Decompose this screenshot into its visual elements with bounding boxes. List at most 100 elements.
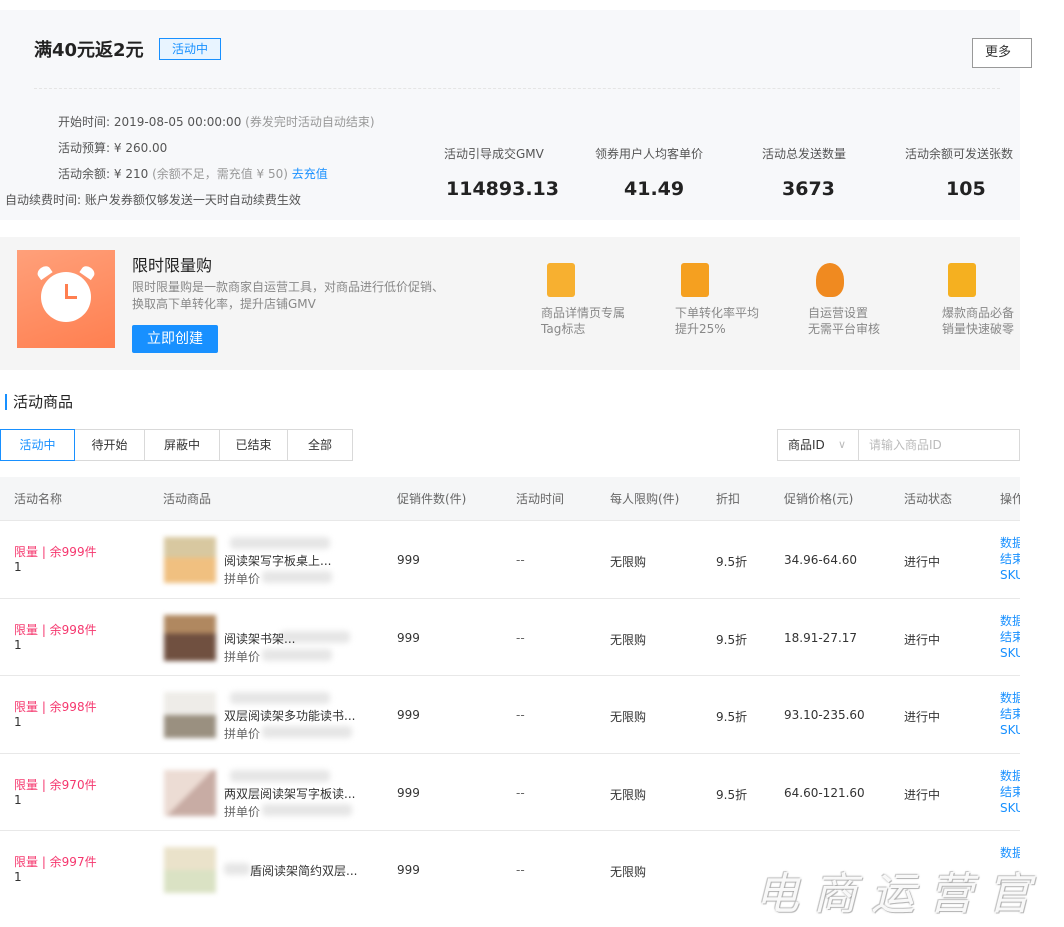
limit-per-user: 无限购 — [610, 710, 647, 724]
discount: 9.5折 — [716, 787, 748, 802]
product-title[interactable]: 两双层阅读架写字板读... — [224, 785, 355, 802]
activity-name[interactable]: 限量 | 余998件 — [14, 698, 97, 715]
feature-tag-line2: Tag标志 — [541, 322, 586, 336]
activity-status: 进行中 — [904, 787, 941, 802]
activity-time: -- — [516, 863, 525, 877]
product-thumbnail — [164, 847, 216, 893]
divider — [34, 88, 1000, 89]
promo-price: 64.60-121.60 — [784, 785, 865, 800]
activity-name[interactable]: 限量 | 余998件 — [14, 621, 97, 638]
sku-link[interactable]: SKU — [1000, 800, 1020, 816]
feature-tag-line1: 商品详情页专属 — [541, 306, 626, 320]
balance-value: ¥ 210 — [113, 167, 149, 181]
product-thumbnail — [164, 614, 216, 661]
promo-card: 限时限量购 限时限量购是一款商家自运营工具，对商品进行低价促销、换取高下单转化率… — [0, 237, 1020, 370]
balance-label: 活动余额: — [58, 167, 111, 181]
product-thumbnail — [164, 769, 216, 816]
product-title[interactable]: 阅读架书架... — [224, 630, 295, 647]
activity-status: 进行中 — [904, 710, 941, 724]
tab-active[interactable]: 活动中 — [0, 429, 75, 461]
tab-ended[interactable]: 已结束 — [220, 430, 288, 460]
end-link[interactable]: 结束 — [1000, 706, 1020, 722]
blurred-text — [262, 803, 352, 816]
activity-sub: 1 — [14, 637, 22, 652]
stat-avg-price-label: 领券用户人均客单价 — [595, 147, 704, 161]
row-actions: 数据 结束 SKU — [1000, 690, 1020, 738]
activity-status: 进行中 — [904, 555, 941, 569]
stat-sent-count-label: 活动总发送数量 — [762, 147, 847, 161]
row-actions: 数据 结束 SKU — [1000, 613, 1020, 661]
section-title: 活动商品 — [13, 393, 74, 411]
tab-blocked[interactable]: 屏蔽中 — [145, 430, 220, 460]
activity-time: -- — [516, 708, 525, 722]
promo-qty: 999 — [397, 630, 420, 645]
data-link[interactable]: 数据 — [1000, 768, 1020, 784]
product-title[interactable]: 双层阅读架多功能读书... — [224, 707, 355, 724]
tab-pending[interactable]: 待开始 — [75, 430, 145, 460]
end-link[interactable]: 结束 — [1000, 784, 1020, 800]
recharge-link[interactable]: 去充值 — [292, 167, 328, 181]
end-link[interactable]: 结束 — [1000, 629, 1020, 645]
more-button[interactable]: 更多 — [972, 38, 1032, 68]
promo-qty: 999 — [397, 553, 420, 567]
auto-renew-value: 账户发券额仅够发送一天时自动续费生效 — [84, 193, 301, 207]
campaign-summary-card: 满40元返2元 活动中 更多 开始时间: 2019-08-05 00:00:00… — [0, 10, 1032, 220]
promo-qty: 999 — [397, 785, 420, 800]
col-promo-price: 促销价格(元) — [784, 492, 854, 506]
activity-time: -- — [516, 553, 525, 567]
promo-price: 18.91-27.17 — [784, 630, 858, 645]
section-accent-bar — [5, 394, 7, 410]
row-actions: 数据 结束 SKU — [1000, 768, 1020, 816]
activity-time: -- — [516, 785, 525, 800]
end-link[interactable]: 结束 — [1000, 551, 1020, 567]
start-time-note: (券发完时活动自动结束) — [245, 115, 375, 129]
create-now-button[interactable]: 立即创建 — [132, 325, 218, 353]
alarm-clock-icon — [17, 250, 115, 348]
blurred-text — [230, 692, 330, 704]
col-promo-qty: 促销件数(件) — [397, 492, 467, 506]
group-price-label: 拼单价 — [224, 572, 261, 586]
product-title[interactable]: 阅读架写字板桌上... — [224, 552, 331, 569]
blurred-text — [224, 863, 250, 875]
col-actions: 操作 — [1000, 492, 1020, 506]
blurred-text — [262, 571, 332, 583]
auto-renew-label: 自动续费时间: — [5, 193, 82, 207]
activity-name[interactable]: 限量 | 余970件 — [14, 776, 97, 793]
product-title[interactable]: 盾阅读架简约双层... — [250, 862, 357, 879]
sku-link[interactable]: SKU — [1000, 567, 1020, 583]
limit-per-user: 无限购 — [610, 555, 647, 569]
tab-all[interactable]: 全部 — [288, 430, 352, 460]
activity-status: 进行中 — [904, 632, 941, 647]
activity-sub: 1 — [14, 560, 22, 574]
activity-name[interactable]: 限量 | 余997件 — [14, 853, 97, 870]
budget-label: 活动预算: — [58, 141, 111, 155]
activity-sub: 1 — [14, 715, 22, 729]
limit-per-user: 无限购 — [610, 787, 647, 802]
product-id-input[interactable] — [859, 430, 1019, 460]
promo-title: 限时限量购 — [132, 256, 213, 275]
stat-remaining-value: 105 — [946, 178, 986, 200]
col-product: 活动商品 — [163, 492, 212, 506]
money-bag-icon — [816, 263, 844, 297]
auto-renew-row: 自动续费时间: 账户发券额仅够发送一天时自动续费生效 — [5, 191, 301, 208]
promo-price: 93.10-235.60 — [784, 708, 865, 722]
filter-type-value: 商品ID — [788, 438, 825, 452]
data-link[interactable]: 数据 — [1000, 535, 1020, 551]
activity-name[interactable]: 限量 | 余999件 — [14, 543, 97, 560]
sku-link[interactable]: SKU — [1000, 645, 1020, 661]
blurred-text — [230, 537, 330, 549]
campaign-title: 满40元返2元 — [34, 40, 144, 61]
discount: 9.5折 — [716, 710, 748, 724]
feature-self-run-line1: 自运营设置 — [808, 306, 869, 320]
status-badge: 活动中 — [159, 38, 222, 60]
group-price-label: 拼单价 — [224, 804, 261, 819]
filter-type-select[interactable]: 商品ID ∨ — [778, 430, 859, 460]
data-link[interactable]: 数据 — [1000, 690, 1020, 706]
promo-qty: 999 — [397, 708, 420, 722]
sku-link[interactable]: SKU — [1000, 722, 1020, 738]
chevron-down-icon: ∨ — [837, 438, 846, 451]
discount: 9.5折 — [716, 555, 748, 569]
data-link[interactable]: 数据 — [1000, 613, 1020, 629]
balance-row: 活动余额: ¥ 210 (余额不足，需充值 ¥ 50) 去充值 — [58, 165, 328, 182]
product-thumbnail — [164, 537, 216, 583]
